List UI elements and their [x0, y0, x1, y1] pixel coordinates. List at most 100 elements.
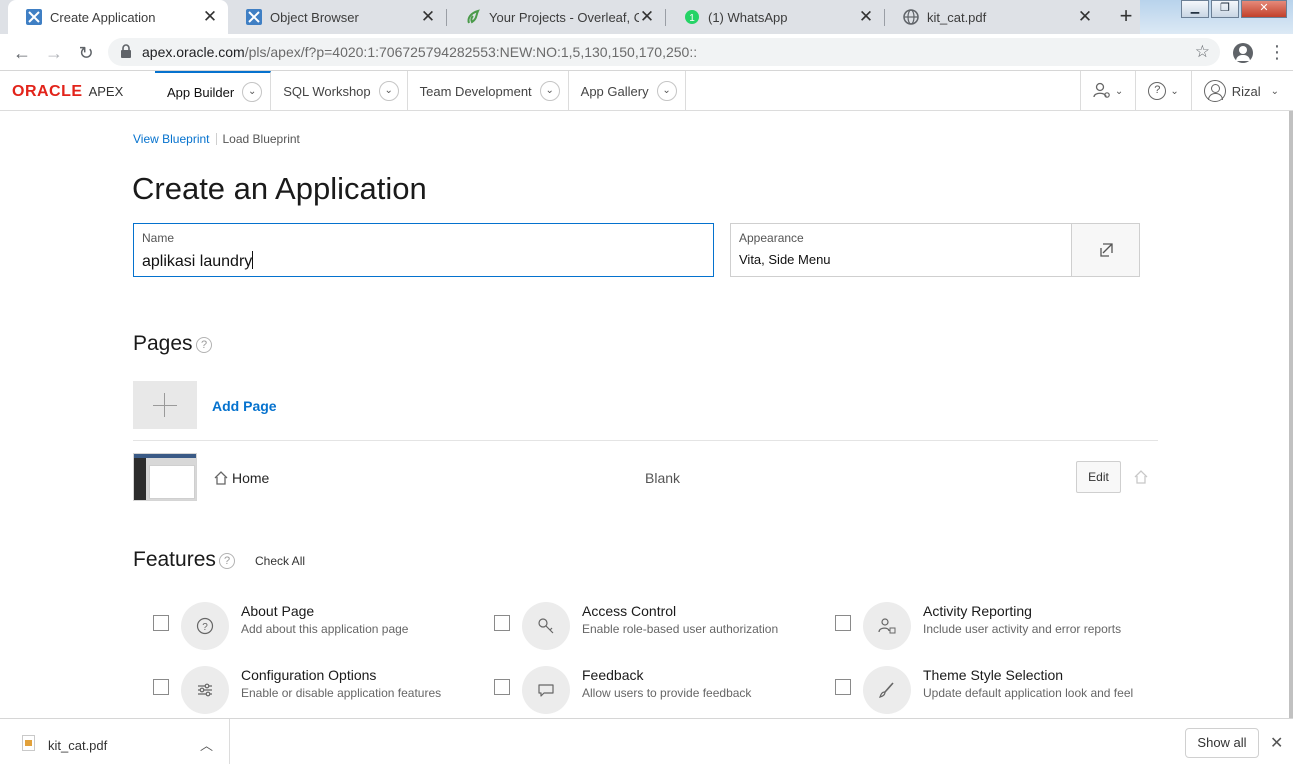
back-arrow-icon[interactable]: ←	[10, 41, 34, 65]
chevron-down-icon: ⌄	[1270, 85, 1279, 97]
chevron-down-icon: ⌄	[1170, 85, 1179, 97]
close-download-bar-icon[interactable]: ✕	[1270, 733, 1283, 753]
tab-title: Create Application	[50, 9, 156, 25]
reload-icon[interactable]: ↻	[74, 41, 98, 65]
pages-help-icon[interactable]: ?	[196, 337, 212, 353]
set-home-page-icon[interactable]	[1133, 469, 1149, 490]
appearance-field-value: Vita, Side Menu	[739, 252, 831, 267]
nav-label: Team Development	[419, 83, 532, 99]
tab-close-icon[interactable]: ✕	[420, 8, 436, 25]
svg-text:1: 1	[689, 13, 695, 24]
tab-close-icon[interactable]: ✕	[858, 8, 874, 25]
add-page-tile[interactable]	[133, 381, 197, 429]
feature-checkbox[interactable]	[153, 679, 169, 695]
page-name: Home	[232, 470, 270, 486]
edit-page-button[interactable]: Edit	[1076, 461, 1121, 493]
check-all-link[interactable]: Check All	[255, 554, 305, 568]
address-bar[interactable]: apex.oracle.com/pls/apex/f?p=4020:1:7067…	[108, 38, 1220, 66]
feature-checkbox[interactable]	[835, 615, 851, 631]
window-close-icon[interactable]: ✕	[1241, 0, 1287, 18]
browser-menu-kebab-icon[interactable]: ⋮	[1268, 42, 1286, 62]
name-field-value[interactable]: aplikasi laundry	[142, 251, 254, 271]
chevron-down-icon[interactable]: ⌄	[378, 81, 399, 101]
forward-arrow-icon[interactable]: →	[42, 41, 66, 65]
nav-label: SQL Workshop	[283, 83, 371, 99]
name-input-text[interactable]: aplikasi laundry	[142, 253, 252, 270]
user-menu[interactable]: Rizal ⌄	[1190, 71, 1293, 111]
name-field[interactable]: Name aplikasi laundry	[133, 223, 714, 277]
add-page-link[interactable]: Add Page	[212, 398, 277, 414]
feature-description: Enable role-based user authorization	[582, 622, 779, 636]
help-menu[interactable]: ? ⌄	[1135, 71, 1190, 111]
oracle-apex-logo[interactable]: ORACLE APEX	[12, 83, 123, 101]
tab-close-icon[interactable]: ✕	[639, 8, 655, 25]
feature-checkbox[interactable]	[153, 615, 169, 631]
browser-profile-icon[interactable]	[1233, 43, 1253, 63]
browser-tab-overleaf[interactable]: Your Projects - Overleaf, Onli ✕	[447, 0, 665, 34]
tab-title: Your Projects - Overleaf, Onli	[489, 9, 639, 25]
nav-app-builder[interactable]: App Builder ⌄	[155, 71, 272, 111]
comment-icon	[522, 666, 570, 714]
browser-tab-create-application[interactable]: Create Application ✕	[8, 0, 228, 34]
tab-close-icon[interactable]: ✕	[202, 8, 218, 25]
chevron-down-icon[interactable]: ⌄	[242, 82, 263, 102]
thumbnail-body	[149, 465, 195, 499]
chevron-down-icon: ⌄	[1114, 85, 1124, 97]
minimize-icon[interactable]: ▁	[1181, 0, 1209, 18]
feature-checkbox[interactable]	[835, 679, 851, 695]
help-icon: ?	[1148, 82, 1167, 100]
browser-tab-strip: Create Application ✕ Object Browser ✕ Yo…	[0, 0, 1293, 34]
chevron-down-icon[interactable]: ⌄	[539, 81, 560, 101]
browser-tab-object-browser[interactable]: Object Browser ✕	[228, 0, 446, 34]
user-settings-icon	[1093, 82, 1110, 98]
page-scrollbar[interactable]	[1289, 111, 1293, 718]
globe-icon	[903, 9, 919, 25]
tab-title: (1) WhatsApp	[708, 9, 788, 25]
features-help-icon[interactable]: ?	[219, 553, 235, 569]
apex-wordmark: APEX	[88, 84, 124, 99]
chevron-down-icon[interactable]: ⌄	[656, 81, 677, 101]
external-open-icon	[1099, 243, 1113, 257]
appearance-set-button[interactable]	[1071, 223, 1140, 277]
download-item[interactable]: kit_cat.pdf ︿	[18, 719, 230, 764]
feature-checkbox[interactable]	[494, 615, 510, 631]
maximize-icon[interactable]: ❐	[1211, 0, 1239, 18]
appearance-field[interactable]: Appearance Vita, Side Menu	[730, 223, 1072, 277]
pdf-file-icon	[22, 735, 35, 751]
nav-label: App Builder	[167, 84, 235, 100]
view-blueprint-link[interactable]: View Blueprint	[133, 132, 210, 146]
apex-favicon-icon	[26, 9, 42, 25]
bookmark-star-icon[interactable]: ☆	[1195, 42, 1210, 62]
tab-close-icon[interactable]: ✕	[1077, 8, 1093, 25]
features-heading: Features	[133, 548, 216, 571]
nav-sql-workshop[interactable]: SQL Workshop ⌄	[271, 71, 408, 111]
appearance-field-label: Appearance	[739, 231, 804, 245]
feature-title: Activity Reporting	[923, 603, 1032, 619]
show-all-button[interactable]: Show all	[1185, 728, 1259, 758]
thumbnail-sidebar	[134, 458, 146, 500]
chevron-up-icon[interactable]: ︿	[200, 735, 213, 754]
avatar-icon	[1203, 80, 1226, 102]
feature-description: Allow users to provide feedback	[582, 686, 752, 700]
browser-tab-kit-cat-pdf[interactable]: kit_cat.pdf ✕	[885, 0, 1103, 34]
feature-checkbox[interactable]	[494, 679, 510, 695]
header-utilities: ⌄ ? ⌄ Rizal ⌄	[1079, 71, 1293, 111]
whatsapp-favicon-icon: 1	[684, 9, 700, 25]
nav-label: App Gallery	[580, 83, 649, 99]
nav-app-gallery[interactable]: App Gallery ⌄	[569, 71, 686, 111]
nav-team-development[interactable]: Team Development ⌄	[408, 71, 569, 111]
feature-description: Enable or disable application features	[241, 686, 442, 700]
browser-tab-whatsapp[interactable]: 1 (1) WhatsApp ✕	[666, 0, 884, 34]
breadcrumb-separator	[215, 133, 217, 145]
name-field-label: Name	[142, 231, 175, 245]
page-title: Create an Application	[132, 171, 427, 206]
load-blueprint-link[interactable]: Load Blueprint	[223, 132, 300, 146]
url-host: apex.oracle.com	[142, 44, 245, 60]
text-cursor	[252, 251, 254, 269]
admin-menu[interactable]: ⌄	[1079, 71, 1135, 111]
apex-favicon-icon	[246, 9, 262, 25]
home-icon	[213, 470, 229, 491]
key-icon	[522, 602, 570, 650]
download-bar: kit_cat.pdf ︿ Show all ✕	[0, 718, 1293, 764]
new-tab-plus-icon[interactable]: +	[1112, 4, 1140, 30]
